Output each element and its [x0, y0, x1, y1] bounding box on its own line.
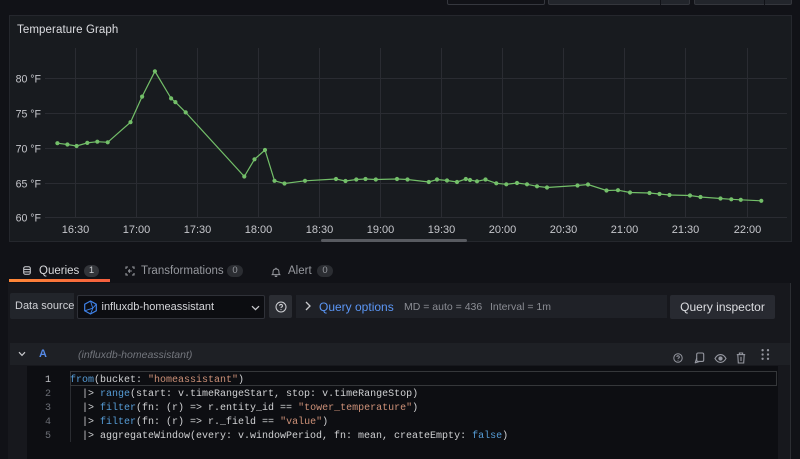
svg-text:19:00: 19:00 [367, 224, 395, 236]
svg-text:16:30: 16:30 [62, 224, 90, 236]
svg-text:20:30: 20:30 [550, 224, 578, 236]
svg-text:65 °F: 65 °F [16, 179, 42, 191]
svg-text:19:30: 19:30 [428, 224, 456, 236]
svg-text:75 °F: 75 °F [16, 109, 42, 121]
svg-text:70 °F: 70 °F [16, 144, 42, 156]
svg-text:20:00: 20:00 [489, 224, 517, 236]
svg-text:18:00: 18:00 [245, 224, 273, 236]
svg-text:21:00: 21:00 [611, 224, 639, 236]
svg-text:21:30: 21:30 [672, 224, 700, 236]
svg-text:17:30: 17:30 [184, 224, 212, 236]
svg-text:22:00: 22:00 [734, 224, 762, 236]
svg-text:17:00: 17:00 [123, 224, 151, 236]
svg-text:80 °F: 80 °F [16, 74, 42, 86]
svg-text:18:30: 18:30 [306, 224, 334, 236]
svg-text:60 °F: 60 °F [16, 213, 42, 225]
